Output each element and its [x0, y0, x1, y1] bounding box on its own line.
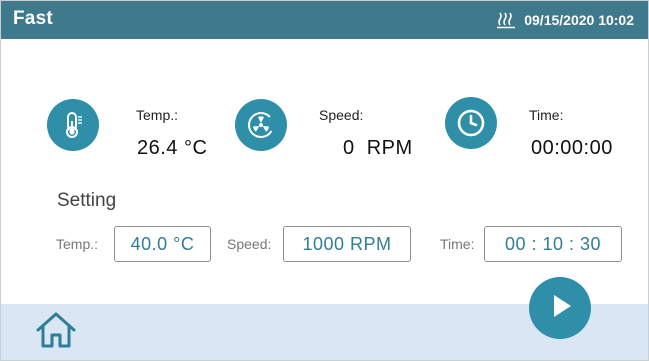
heater-icon	[496, 11, 516, 29]
time-readout-label: Time:	[529, 107, 564, 123]
home-icon	[34, 310, 78, 355]
status-area: 09/15/2020 10:02	[496, 11, 634, 29]
temp-readout-value: 26.4 °C	[137, 137, 208, 159]
start-button[interactable]	[529, 277, 591, 339]
setting-temp-value: 40.0 °C	[130, 233, 195, 254]
speed-readout-label: Speed:	[319, 107, 364, 123]
home-button[interactable]	[31, 307, 81, 357]
setting-title: Setting	[57, 190, 117, 211]
setting-speed-field[interactable]: 1000 RPM	[283, 226, 411, 262]
setting-time-label: Time:	[440, 236, 475, 252]
datetime-display: 09/15/2020 10:02	[524, 12, 634, 28]
setting-time-field[interactable]: 00 : 10 : 30	[484, 226, 622, 262]
app-screen: Fast 09/15/2020 10:02 Temp.: 26.4 °C Spe…	[0, 0, 649, 361]
header-bar: Fast 09/15/2020 10:02	[1, 1, 648, 39]
setting-speed-value: 1000 RPM	[302, 233, 392, 254]
setting-temp-label: Temp.:	[56, 236, 99, 252]
play-icon	[545, 291, 575, 326]
speed-readout-value: 0 RPM	[343, 137, 413, 159]
page-title: Fast	[13, 8, 53, 29]
clock-icon	[445, 97, 497, 149]
setting-speed-label: Speed:	[227, 236, 272, 252]
setting-time-value: 00 : 10 : 30	[504, 233, 602, 254]
setting-temp-field[interactable]: 40.0 °C	[114, 226, 211, 262]
thermometer-icon	[47, 99, 99, 151]
time-readout-value: 00:00:00	[531, 137, 613, 159]
temp-readout-label: Temp.:	[136, 107, 179, 123]
fan-icon	[235, 99, 287, 151]
